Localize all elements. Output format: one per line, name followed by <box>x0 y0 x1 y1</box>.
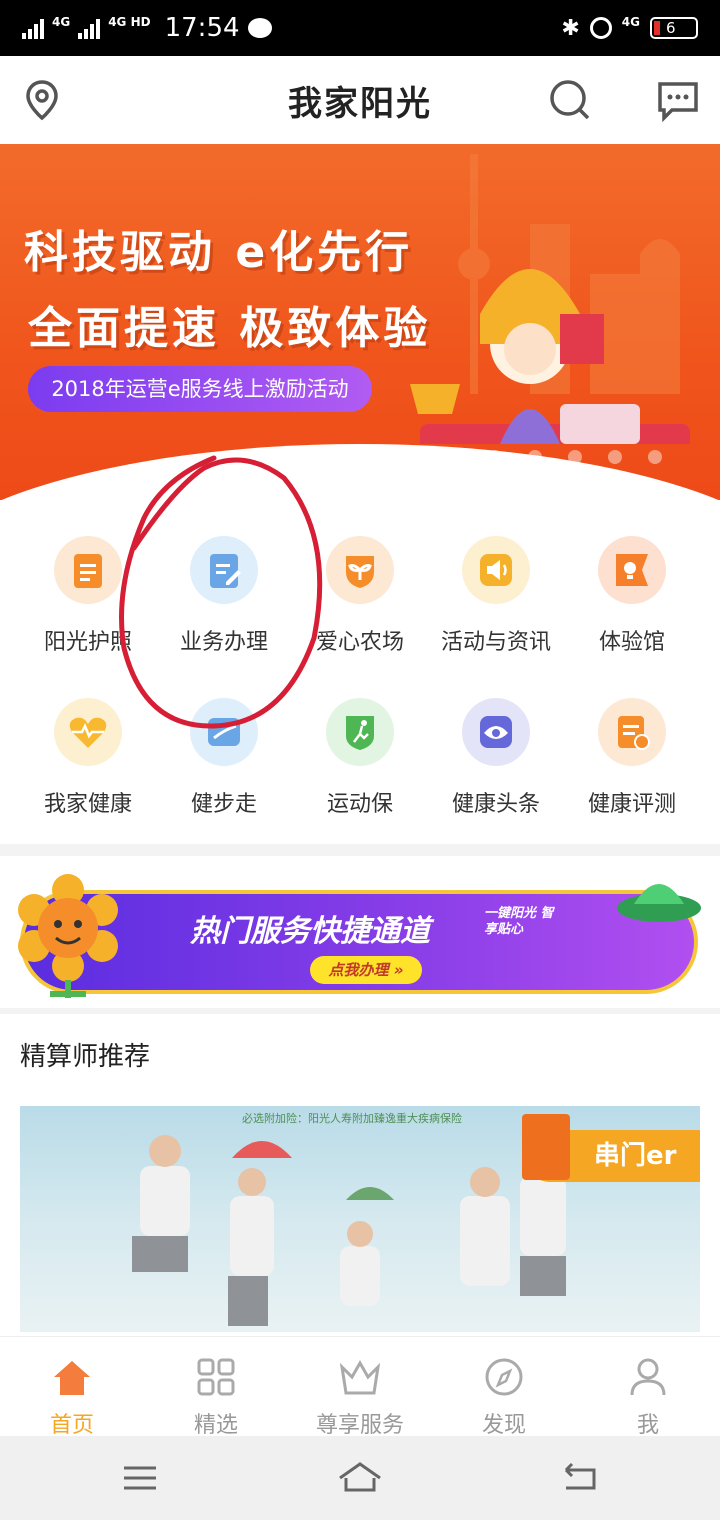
wechat-icon <box>247 18 272 38</box>
bluetooth-icon: ✱ <box>561 15 580 41</box>
page-title: 我家阳光 <box>288 83 432 124</box>
location-pin-icon[interactable] <box>20 78 64 122</box>
network-type: 4G <box>621 15 640 29</box>
promo-banner[interactable]: 科技驱动 e化先行 全面提速 极致体验 2018年运营e服务线上激励活动 <box>0 144 720 500</box>
message-icon[interactable] <box>656 78 700 122</box>
home-nav-icon[interactable] <box>336 1458 384 1498</box>
carousel-dot <box>568 450 582 464</box>
carousel-indicator <box>448 450 662 464</box>
battery-level: 6 <box>666 19 676 37</box>
home-icon <box>54 1361 90 1395</box>
red-annotation-circle <box>119 455 323 729</box>
grid-item-experience-hall[interactable]: 体验馆 <box>564 536 700 656</box>
section-divider <box>0 1008 720 1014</box>
system-nav-bar <box>0 1436 720 1520</box>
tab-label: 发现 <box>481 1413 526 1438</box>
status-bar: 4G 4G HD 17:54 ✱ 4G 6 <box>0 0 720 56</box>
grid-item-label: 健康评测 <box>587 792 676 817</box>
tab-label: 我 <box>636 1413 659 1438</box>
carousel-dot <box>488 450 502 464</box>
grid-icon <box>197 1358 235 1396</box>
handle-now-button[interactable]: 点我办理 » <box>310 956 422 984</box>
lightbulb-flag-icon <box>598 536 666 604</box>
banner-headline-1: 科技驱动 e化先行 <box>24 227 414 278</box>
crown-icon <box>339 1359 381 1395</box>
search-icon[interactable] <box>548 78 592 122</box>
signal-icon <box>22 17 44 39</box>
battery-icon: 6 <box>650 17 698 39</box>
signal-icon <box>78 17 101 39</box>
grid-item-label: 体验馆 <box>598 630 665 655</box>
carousel-dot-active <box>448 450 462 464</box>
tab-featured[interactable]: 精选 <box>144 1345 288 1439</box>
carousel-dot <box>528 450 542 464</box>
megaphone-icon <box>462 536 530 604</box>
quick-service-banner[interactable]: 热门服务快捷通道 一键阳光 智享贴心 点我办理 » <box>0 856 720 1008</box>
grid-item-health-headlines[interactable]: 健康头条 <box>428 698 564 818</box>
grid-item-health-assessment[interactable]: 健康评测 <box>564 698 700 818</box>
network-type: 4G <box>52 15 71 29</box>
tab-label: 首页 <box>49 1413 94 1438</box>
tab-label: 尊享服务 <box>315 1413 404 1438</box>
menu-icon[interactable] <box>120 1458 160 1498</box>
tab-premium-service[interactable]: 尊享服务 <box>288 1345 432 1439</box>
recommendation-photo[interactable]: 必选附加险：阳光人寿附加臻逸重大疾病保险 串门er <box>20 1106 700 1332</box>
carousel-dot <box>608 450 622 464</box>
top-app-bar: 我家阳光 <box>0 56 720 144</box>
grid-item-label: 我家健康 <box>43 792 132 817</box>
quick-service-subtitle: 一键阳光 智享贴心 <box>484 906 554 937</box>
sunflower-mascot-icon <box>18 874 118 998</box>
checklist-icon <box>598 698 666 766</box>
tab-home[interactable]: 首页 <box>0 1345 144 1439</box>
section-title: 精算师推荐 <box>20 1042 151 1072</box>
network-type: 4G HD <box>108 15 151 29</box>
alarm-icon <box>589 17 612 39</box>
status-time: 17:54 <box>164 13 240 43</box>
grid-item-news[interactable]: 活动与资讯 <box>428 536 564 656</box>
service-grid: 阳光护照 业务办理 爱心农场 活动与资讯 体验馆 我家健康 健步走 运动保 健康… <box>0 455 720 844</box>
app-screen: 4G 4G HD 17:54 ✱ 4G 6 我家阳光 科技驱动 e化先行 全面提… <box>0 0 720 1520</box>
banner-headline-2: 全面提速 极致体验 <box>28 303 432 354</box>
door-icon <box>522 1114 570 1180</box>
grid-item-label: 运动保 <box>326 792 393 817</box>
sprout-icon <box>326 536 394 604</box>
runner-shield-icon <box>326 698 394 766</box>
back-icon[interactable] <box>560 1458 600 1498</box>
grid-item-label: 健步走 <box>190 792 257 817</box>
eye-icon <box>462 698 530 766</box>
carousel-dot <box>648 450 662 464</box>
ufo-icon <box>617 884 701 922</box>
section-divider <box>0 844 720 856</box>
tab-label: 精选 <box>193 1413 238 1438</box>
banner-campaign-pill: 2018年运营e服务线上激励活动 <box>28 366 372 412</box>
tab-discover[interactable]: 发现 <box>432 1345 576 1439</box>
user-icon <box>630 1358 666 1396</box>
bottom-tab-bar: 首页 精选 尊享服务 发现 我 <box>0 1336 720 1439</box>
tab-me[interactable]: 我 <box>576 1345 720 1439</box>
grid-item-label: 健康头条 <box>451 792 540 817</box>
compass-icon <box>485 1358 523 1396</box>
grid-item-label: 活动与资讯 <box>440 630 551 655</box>
quick-service-title: 热门服务快捷通道 <box>190 914 430 949</box>
